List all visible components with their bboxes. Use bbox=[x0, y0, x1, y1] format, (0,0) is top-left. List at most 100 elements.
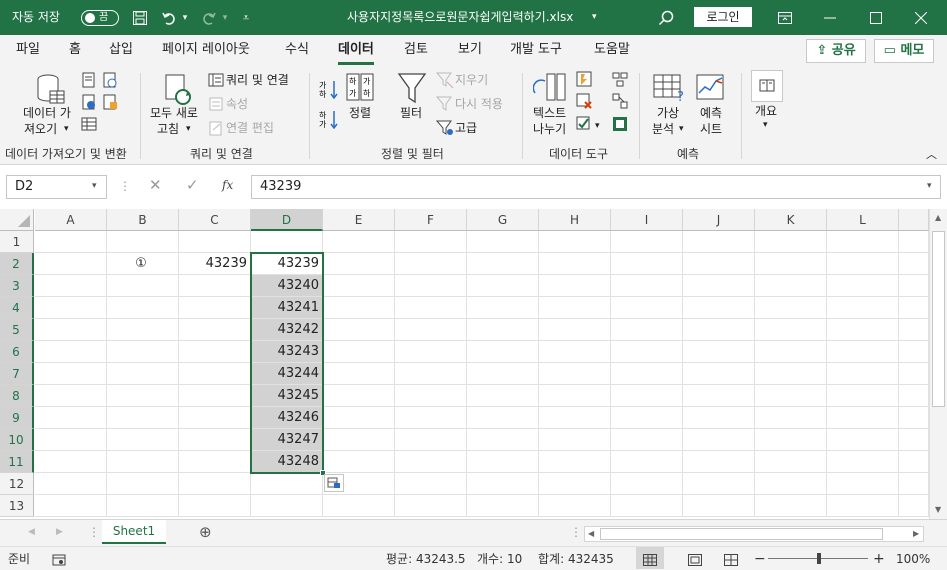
quick-analysis-button[interactable] bbox=[324, 474, 344, 492]
cell-i2[interactable] bbox=[611, 253, 683, 275]
cell-partial[interactable] bbox=[899, 363, 929, 385]
cell-b5[interactable] bbox=[107, 319, 179, 341]
cell-partial[interactable] bbox=[899, 231, 929, 253]
cell-f3[interactable] bbox=[395, 275, 467, 297]
text-to-columns-label-2[interactable]: 나누기 bbox=[533, 122, 566, 137]
cell-f12[interactable] bbox=[395, 473, 467, 495]
search-icon[interactable] bbox=[656, 0, 676, 35]
cell-k6[interactable] bbox=[755, 341, 827, 363]
minimize-icon[interactable] bbox=[820, 0, 840, 35]
forecast-sheet-label-1[interactable]: 예측 bbox=[700, 106, 722, 121]
cell-partial[interactable] bbox=[899, 495, 929, 517]
properties-label[interactable]: 속성 bbox=[226, 97, 248, 112]
column-header-i[interactable]: I bbox=[611, 209, 683, 231]
cell-i12[interactable] bbox=[611, 473, 683, 495]
cell-e9[interactable] bbox=[323, 407, 395, 429]
zoom-out-icon[interactable]: − bbox=[754, 547, 766, 570]
cell-k11[interactable] bbox=[755, 451, 827, 473]
data-validation-icon[interactable] bbox=[576, 116, 592, 132]
cell-d11[interactable]: 43248 bbox=[251, 451, 323, 473]
cell-f1[interactable] bbox=[395, 231, 467, 253]
cell-g1[interactable] bbox=[467, 231, 539, 253]
cell-j10[interactable] bbox=[683, 429, 755, 451]
cell-d9[interactable]: 43246 bbox=[251, 407, 323, 429]
tab-data[interactable]: 데이터 bbox=[338, 35, 374, 67]
page-break-view-icon[interactable] bbox=[724, 547, 738, 570]
cell-a6[interactable] bbox=[35, 341, 107, 363]
collapse-ribbon-icon[interactable]: ︿ bbox=[926, 147, 937, 162]
scroll-down-icon[interactable]: ▼ bbox=[935, 505, 941, 514]
cell-k7[interactable] bbox=[755, 363, 827, 385]
cell-j11[interactable] bbox=[683, 451, 755, 473]
cell-e3[interactable] bbox=[323, 275, 395, 297]
scroll-left-icon[interactable]: ◀ bbox=[588, 527, 594, 541]
row-header-1[interactable]: 1 bbox=[0, 231, 34, 253]
cell-c7[interactable] bbox=[179, 363, 251, 385]
tab-home[interactable]: 홈 bbox=[69, 35, 81, 67]
cell-k8[interactable] bbox=[755, 385, 827, 407]
cell-h10[interactable] bbox=[539, 429, 611, 451]
cell-f2[interactable] bbox=[395, 253, 467, 275]
login-button[interactable]: 로그인 bbox=[694, 7, 752, 27]
cell-c4[interactable] bbox=[179, 297, 251, 319]
cell-b10[interactable] bbox=[107, 429, 179, 451]
cell-l9[interactable] bbox=[827, 407, 899, 429]
from-table-icon[interactable] bbox=[81, 94, 97, 110]
cell-g4[interactable] bbox=[467, 297, 539, 319]
cell-c8[interactable] bbox=[179, 385, 251, 407]
cell-partial[interactable] bbox=[899, 341, 929, 363]
cell-d3[interactable]: 43240 bbox=[251, 275, 323, 297]
undo-dropdown-icon[interactable]: ▾ bbox=[180, 0, 190, 35]
reapply-label[interactable]: 다시 적용 bbox=[455, 97, 503, 112]
cell-b2[interactable]: ① bbox=[107, 253, 179, 275]
sort-ascending-icon[interactable]: 가하 bbox=[318, 79, 340, 99]
cell-partial[interactable] bbox=[899, 429, 929, 451]
cell-g9[interactable] bbox=[467, 407, 539, 429]
cell-d12[interactable] bbox=[251, 473, 323, 495]
cell-h12[interactable] bbox=[539, 473, 611, 495]
cell-a8[interactable] bbox=[35, 385, 107, 407]
cell-e13[interactable] bbox=[323, 495, 395, 517]
next-sheet-icon[interactable]: ▶ bbox=[56, 520, 63, 544]
filter-button[interactable]: 필터 bbox=[400, 106, 422, 121]
cell-c10[interactable] bbox=[179, 429, 251, 451]
cell-d10[interactable]: 43247 bbox=[251, 429, 323, 451]
cell-b7[interactable] bbox=[107, 363, 179, 385]
cell-a12[interactable] bbox=[35, 473, 107, 495]
cell-h8[interactable] bbox=[539, 385, 611, 407]
cell-k1[interactable] bbox=[755, 231, 827, 253]
cell-d7[interactable]: 43244 bbox=[251, 363, 323, 385]
row-header-3[interactable]: 3 bbox=[0, 275, 34, 297]
cell-partial[interactable] bbox=[899, 297, 929, 319]
memo-button[interactable]: ▭ 메모 bbox=[874, 39, 934, 63]
tab-help[interactable]: 도움말 bbox=[594, 35, 630, 67]
column-header-l[interactable]: L bbox=[827, 209, 899, 231]
cell-d1[interactable] bbox=[251, 231, 323, 253]
vertical-scroll-thumb[interactable] bbox=[932, 231, 945, 407]
cell-h4[interactable] bbox=[539, 297, 611, 319]
cell-a10[interactable] bbox=[35, 429, 107, 451]
text-to-columns-label-1[interactable]: 텍스트 bbox=[533, 106, 566, 121]
select-all-corner[interactable] bbox=[0, 209, 34, 231]
cell-f7[interactable] bbox=[395, 363, 467, 385]
cell-k5[interactable] bbox=[755, 319, 827, 341]
autosave-toggle[interactable]: 끔 bbox=[81, 10, 119, 26]
cell-f13[interactable] bbox=[395, 495, 467, 517]
cell-h11[interactable] bbox=[539, 451, 611, 473]
cell-c6[interactable] bbox=[179, 341, 251, 363]
save-icon[interactable] bbox=[130, 0, 150, 35]
row-header-10[interactable]: 10 bbox=[0, 429, 34, 451]
cell-f5[interactable] bbox=[395, 319, 467, 341]
row-header-2[interactable]: 2 bbox=[0, 253, 34, 275]
recent-sources-icon[interactable] bbox=[102, 94, 118, 110]
cell-l2[interactable] bbox=[827, 253, 899, 275]
cell-k9[interactable] bbox=[755, 407, 827, 429]
cell-f10[interactable] bbox=[395, 429, 467, 451]
insert-function-button[interactable]: fx bbox=[222, 178, 233, 193]
cell-g2[interactable] bbox=[467, 253, 539, 275]
row-header-8[interactable]: 8 bbox=[0, 385, 34, 407]
cell-j12[interactable] bbox=[683, 473, 755, 495]
what-if-dropdown-icon[interactable]: ▾ bbox=[679, 122, 684, 137]
row-header-13[interactable]: 13 bbox=[0, 495, 34, 517]
cell-e5[interactable] bbox=[323, 319, 395, 341]
